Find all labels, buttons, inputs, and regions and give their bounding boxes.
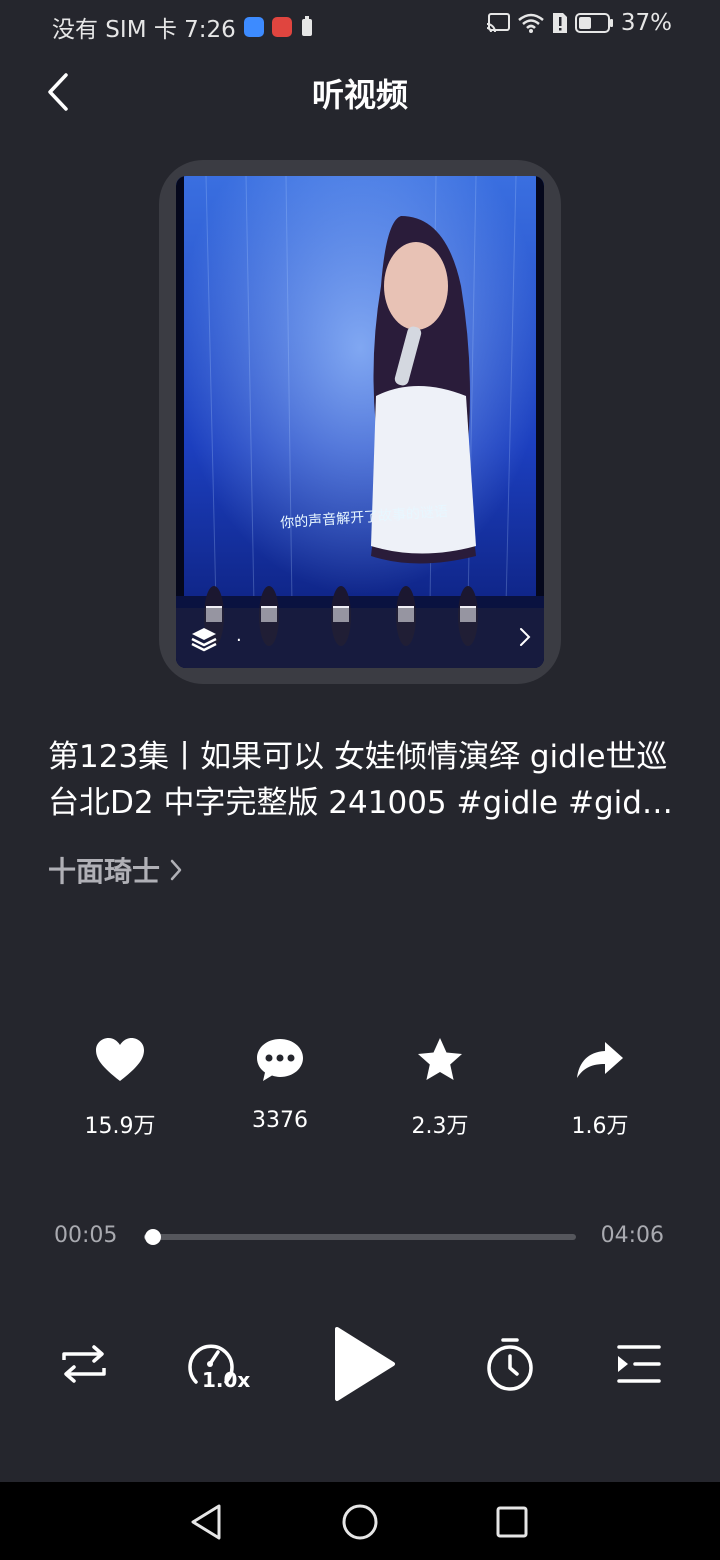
star-icon [418, 1038, 462, 1080]
comment-button[interactable]: 3376 [200, 1034, 360, 1133]
screen: 没有 SIM 卡 7:26 37% 听视频 你的声音解开了故事的谜语 · 第12… [0, 0, 720, 1560]
status-right: 37% [485, 10, 672, 36]
favorite-count: 2.3万 [411, 1114, 469, 1139]
comment-icon [257, 1039, 303, 1081]
timer-button[interactable] [482, 1322, 538, 1406]
progress-slider[interactable] [144, 1229, 576, 1245]
heart-icon [96, 1038, 144, 1081]
speed-label: 1.0x [202, 1368, 251, 1392]
chevron-right-icon [520, 628, 531, 646]
current-time: 00:05 [54, 1223, 118, 1248]
nav-home-button[interactable] [338, 1500, 382, 1544]
system-nav-bar [0, 1482, 720, 1560]
repeat-button[interactable] [56, 1322, 112, 1406]
sim-alert-icon [552, 13, 567, 33]
cover-overlay-text: · [236, 630, 242, 651]
play-icon [335, 1327, 395, 1401]
video-cover[interactable]: 你的声音解开了故事的谜语 · [176, 176, 544, 668]
nav-recents-icon [496, 1506, 528, 1538]
nav-back-button[interactable] [184, 1500, 228, 1544]
share-button[interactable]: 1.6万 [520, 1034, 680, 1140]
status-left: 没有 SIM 卡 7:26 [52, 10, 314, 44]
author-name: 十面琦士 [48, 855, 161, 888]
huawei-app-icon [271, 17, 292, 37]
cast-icon [486, 13, 510, 33]
layers-icon [191, 628, 217, 652]
wifi-icon [518, 13, 544, 33]
battery-alert-icon [301, 16, 312, 36]
stats-row: 15.9万 3376 2.3万 1.6万 [40, 1034, 680, 1144]
total-time: 04:06 [600, 1223, 664, 1248]
carrier-time: 没有 SIM 卡 7:26 [52, 17, 236, 43]
playlist-button[interactable] [610, 1322, 666, 1406]
timer-icon [487, 1338, 533, 1391]
battery-icon [574, 13, 613, 33]
comment-count: 3376 [252, 1108, 308, 1133]
favorite-button[interactable]: 2.3万 [360, 1034, 520, 1140]
chevron-right-icon [170, 859, 182, 881]
like-button[interactable]: 15.9万 [40, 1034, 200, 1140]
nav-home-icon [342, 1504, 378, 1540]
nav-recents-button[interactable] [490, 1500, 534, 1544]
status-bar: 没有 SIM 卡 7:26 37% [0, 0, 720, 50]
video-title: 第123集丨如果可以 女娃倾情演绎 gidle世巡台北D2 中字完整版 2410… [48, 739, 670, 821]
page-title: 听视频 [311, 76, 408, 114]
cover-image: 你的声音解开了故事的谜语 [176, 176, 544, 668]
play-button[interactable] [322, 1322, 402, 1406]
battery-percent: 37% [620, 10, 672, 36]
author-link[interactable]: 十面琦士 [48, 850, 184, 890]
nav-back-icon [191, 1504, 221, 1540]
like-count: 15.9万 [84, 1114, 156, 1139]
progress-knob[interactable] [144, 1229, 161, 1245]
cover-bar[interactable]: · [176, 608, 544, 668]
notification-app-icon [243, 17, 264, 37]
playlist-icon [617, 1345, 661, 1383]
share-icon [577, 1042, 623, 1078]
share-count: 1.6万 [571, 1114, 629, 1139]
repeat-icon [62, 1345, 106, 1383]
speed-button[interactable] [182, 1322, 238, 1406]
